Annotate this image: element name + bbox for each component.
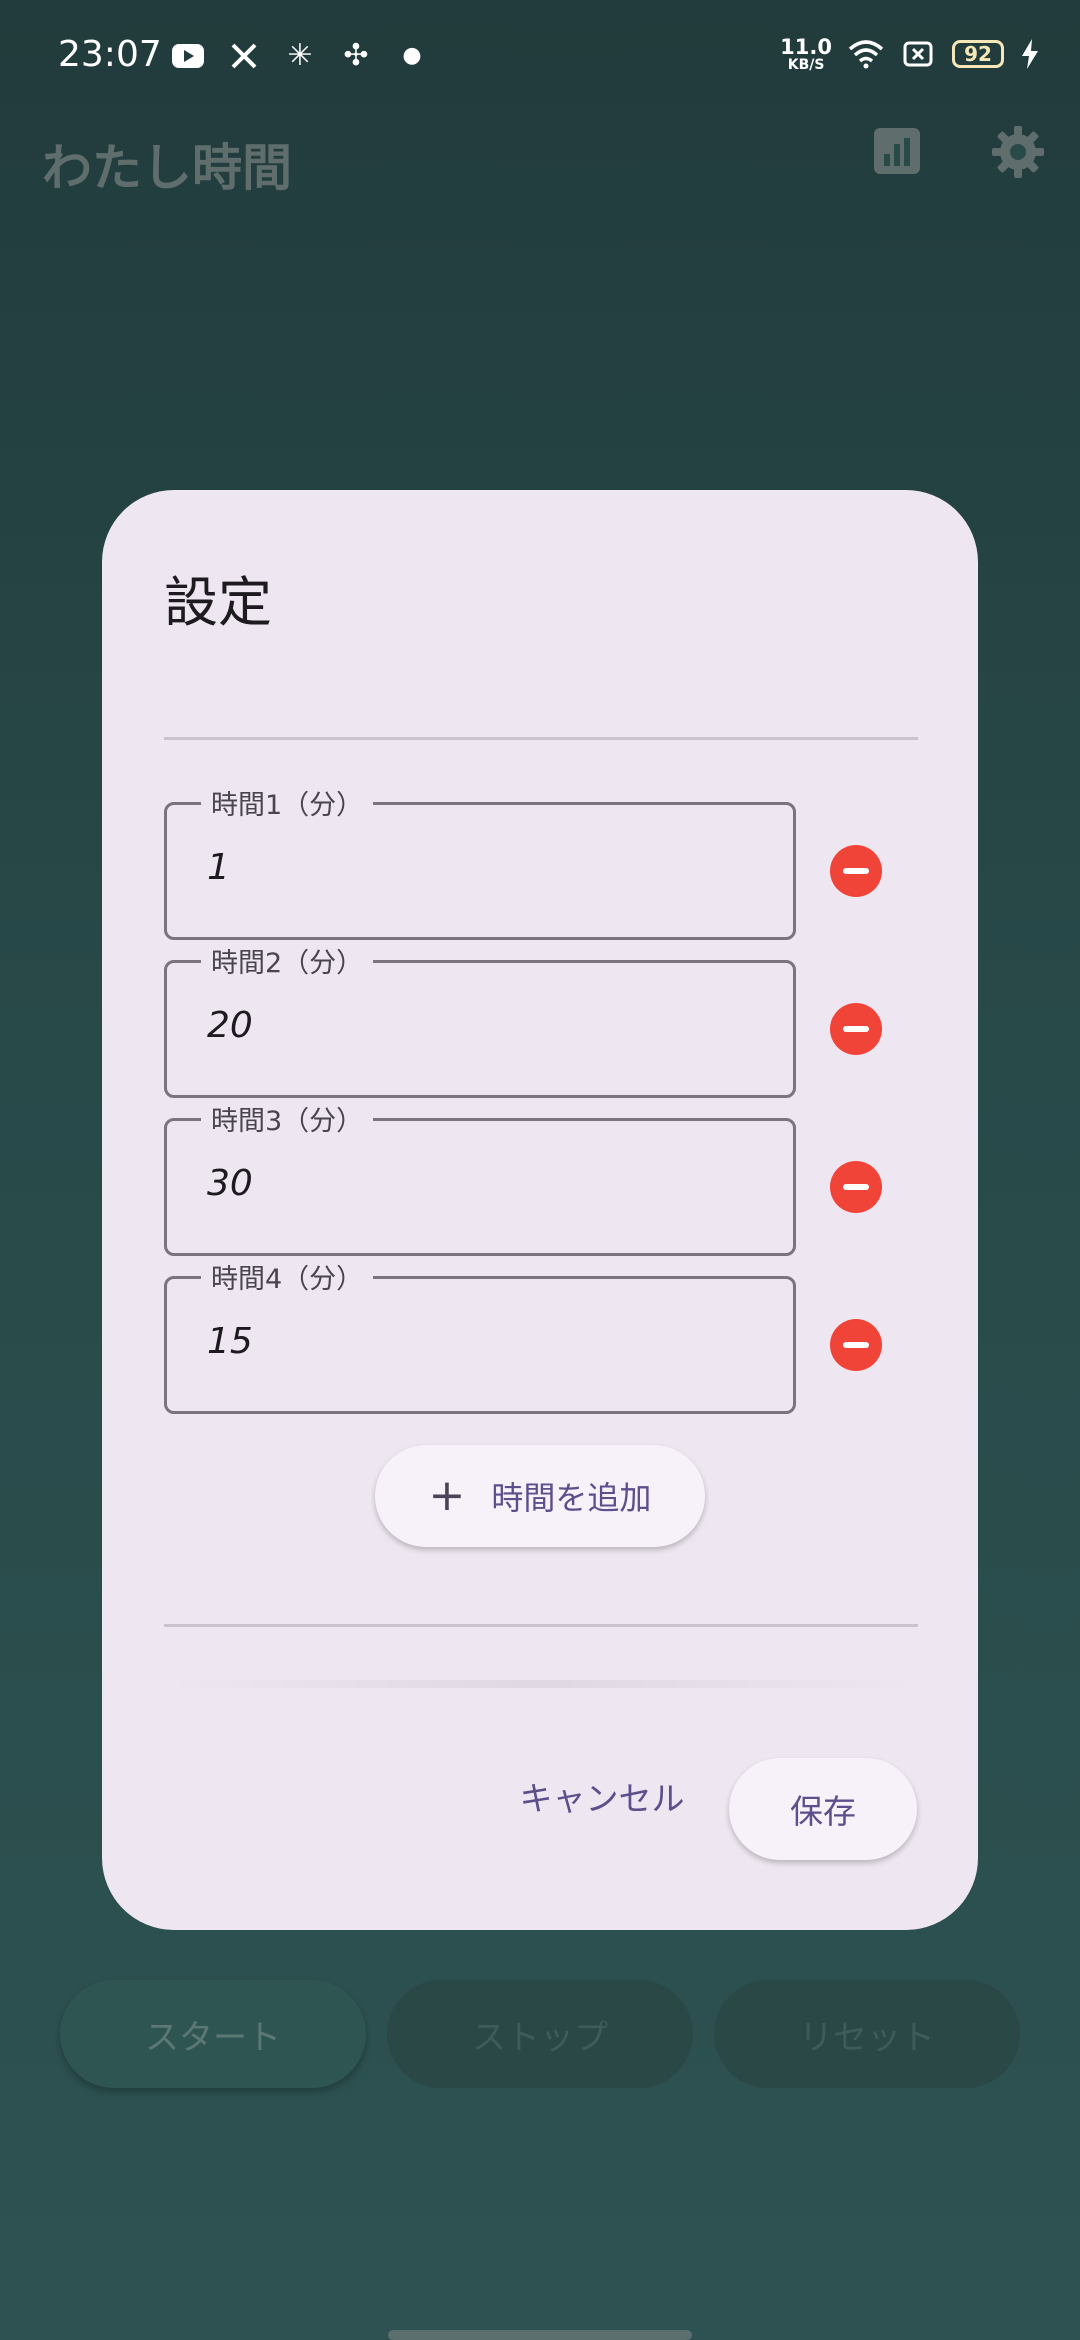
time-field-1-value[interactable]: 1 — [207, 847, 230, 888]
dialog-title: 設定 — [164, 571, 272, 634]
stats-icon[interactable] — [872, 126, 922, 176]
control-buttons: スタート ストップ リセット — [60, 1980, 1020, 2088]
sim-icon — [900, 36, 936, 72]
youtube-icon — [170, 38, 206, 74]
divider-top — [164, 737, 918, 740]
time-field-3-label: 時間3（分） — [201, 1099, 374, 1138]
time-field-4-value[interactable]: 15 — [207, 1321, 253, 1362]
gesture-nav-handle[interactable] — [388, 2330, 692, 2340]
net-speed-value: 11.0 — [780, 34, 832, 59]
cancel-button[interactable]: キャンセル — [504, 1756, 700, 1836]
remove-time-4-icon[interactable] — [830, 1319, 882, 1371]
time-field-2[interactable]: 時間2（分） 20 — [164, 941, 796, 1098]
net-speed: 11.0 KB/S — [780, 34, 832, 73]
add-time-label: 時間を追加 — [491, 1479, 652, 1517]
battery-indicator: 92 — [952, 40, 1004, 68]
time-field-1-label: 時間1（分） — [201, 783, 374, 822]
status-time: 23:07 — [58, 34, 162, 75]
scroll-fade — [164, 1680, 918, 1688]
remove-time-1-icon[interactable] — [830, 845, 882, 897]
sparkle-icon: ✳ — [287, 38, 313, 73]
start-button[interactable]: スタート — [60, 1980, 366, 2088]
net-speed-unit: KB/S — [787, 56, 825, 73]
time-field-2-value[interactable]: 20 — [207, 1005, 253, 1046]
settings-dialog: 設定 時間1（分） 1 時間2（分） 20 時間3（分） 30 時間4（分） 1… — [102, 490, 978, 1930]
divider-bottom — [164, 1624, 918, 1627]
time-field-3[interactable]: 時間3（分） 30 — [164, 1099, 796, 1256]
stop-button[interactable]: ストップ — [387, 1980, 693, 2088]
reset-button[interactable]: リセット — [714, 1980, 1020, 2088]
notification-icons: ✳ ✣ ● — [170, 38, 430, 74]
pinwheel-icon: ✣ — [343, 38, 369, 73]
status-bar: 23:07 ✳ ✣ ● 11.0 KB/S 92 — [0, 0, 1080, 110]
status-right: 11.0 KB/S 92 — [780, 36, 1040, 72]
wifi-icon — [848, 36, 884, 72]
time-field-4[interactable]: 時間4（分） 15 — [164, 1257, 796, 1414]
remove-time-2-icon[interactable] — [830, 1003, 882, 1055]
time-field-2-label: 時間2（分） — [201, 941, 374, 980]
add-time-button[interactable]: + 時間を追加 — [375, 1445, 705, 1547]
plus-icon: + — [428, 1470, 466, 1521]
x-icon — [226, 38, 262, 74]
save-button[interactable]: 保存 — [729, 1758, 917, 1860]
time-field-1[interactable]: 時間1（分） 1 — [164, 783, 796, 940]
gear-icon[interactable] — [990, 124, 1046, 180]
charging-icon — [1020, 36, 1040, 72]
remove-time-3-icon[interactable] — [830, 1161, 882, 1213]
app-title: わたし時間 — [42, 139, 292, 197]
dot-icon: ● — [402, 43, 422, 68]
time-field-3-value[interactable]: 30 — [207, 1163, 253, 1204]
time-field-4-label: 時間4（分） — [201, 1257, 374, 1296]
